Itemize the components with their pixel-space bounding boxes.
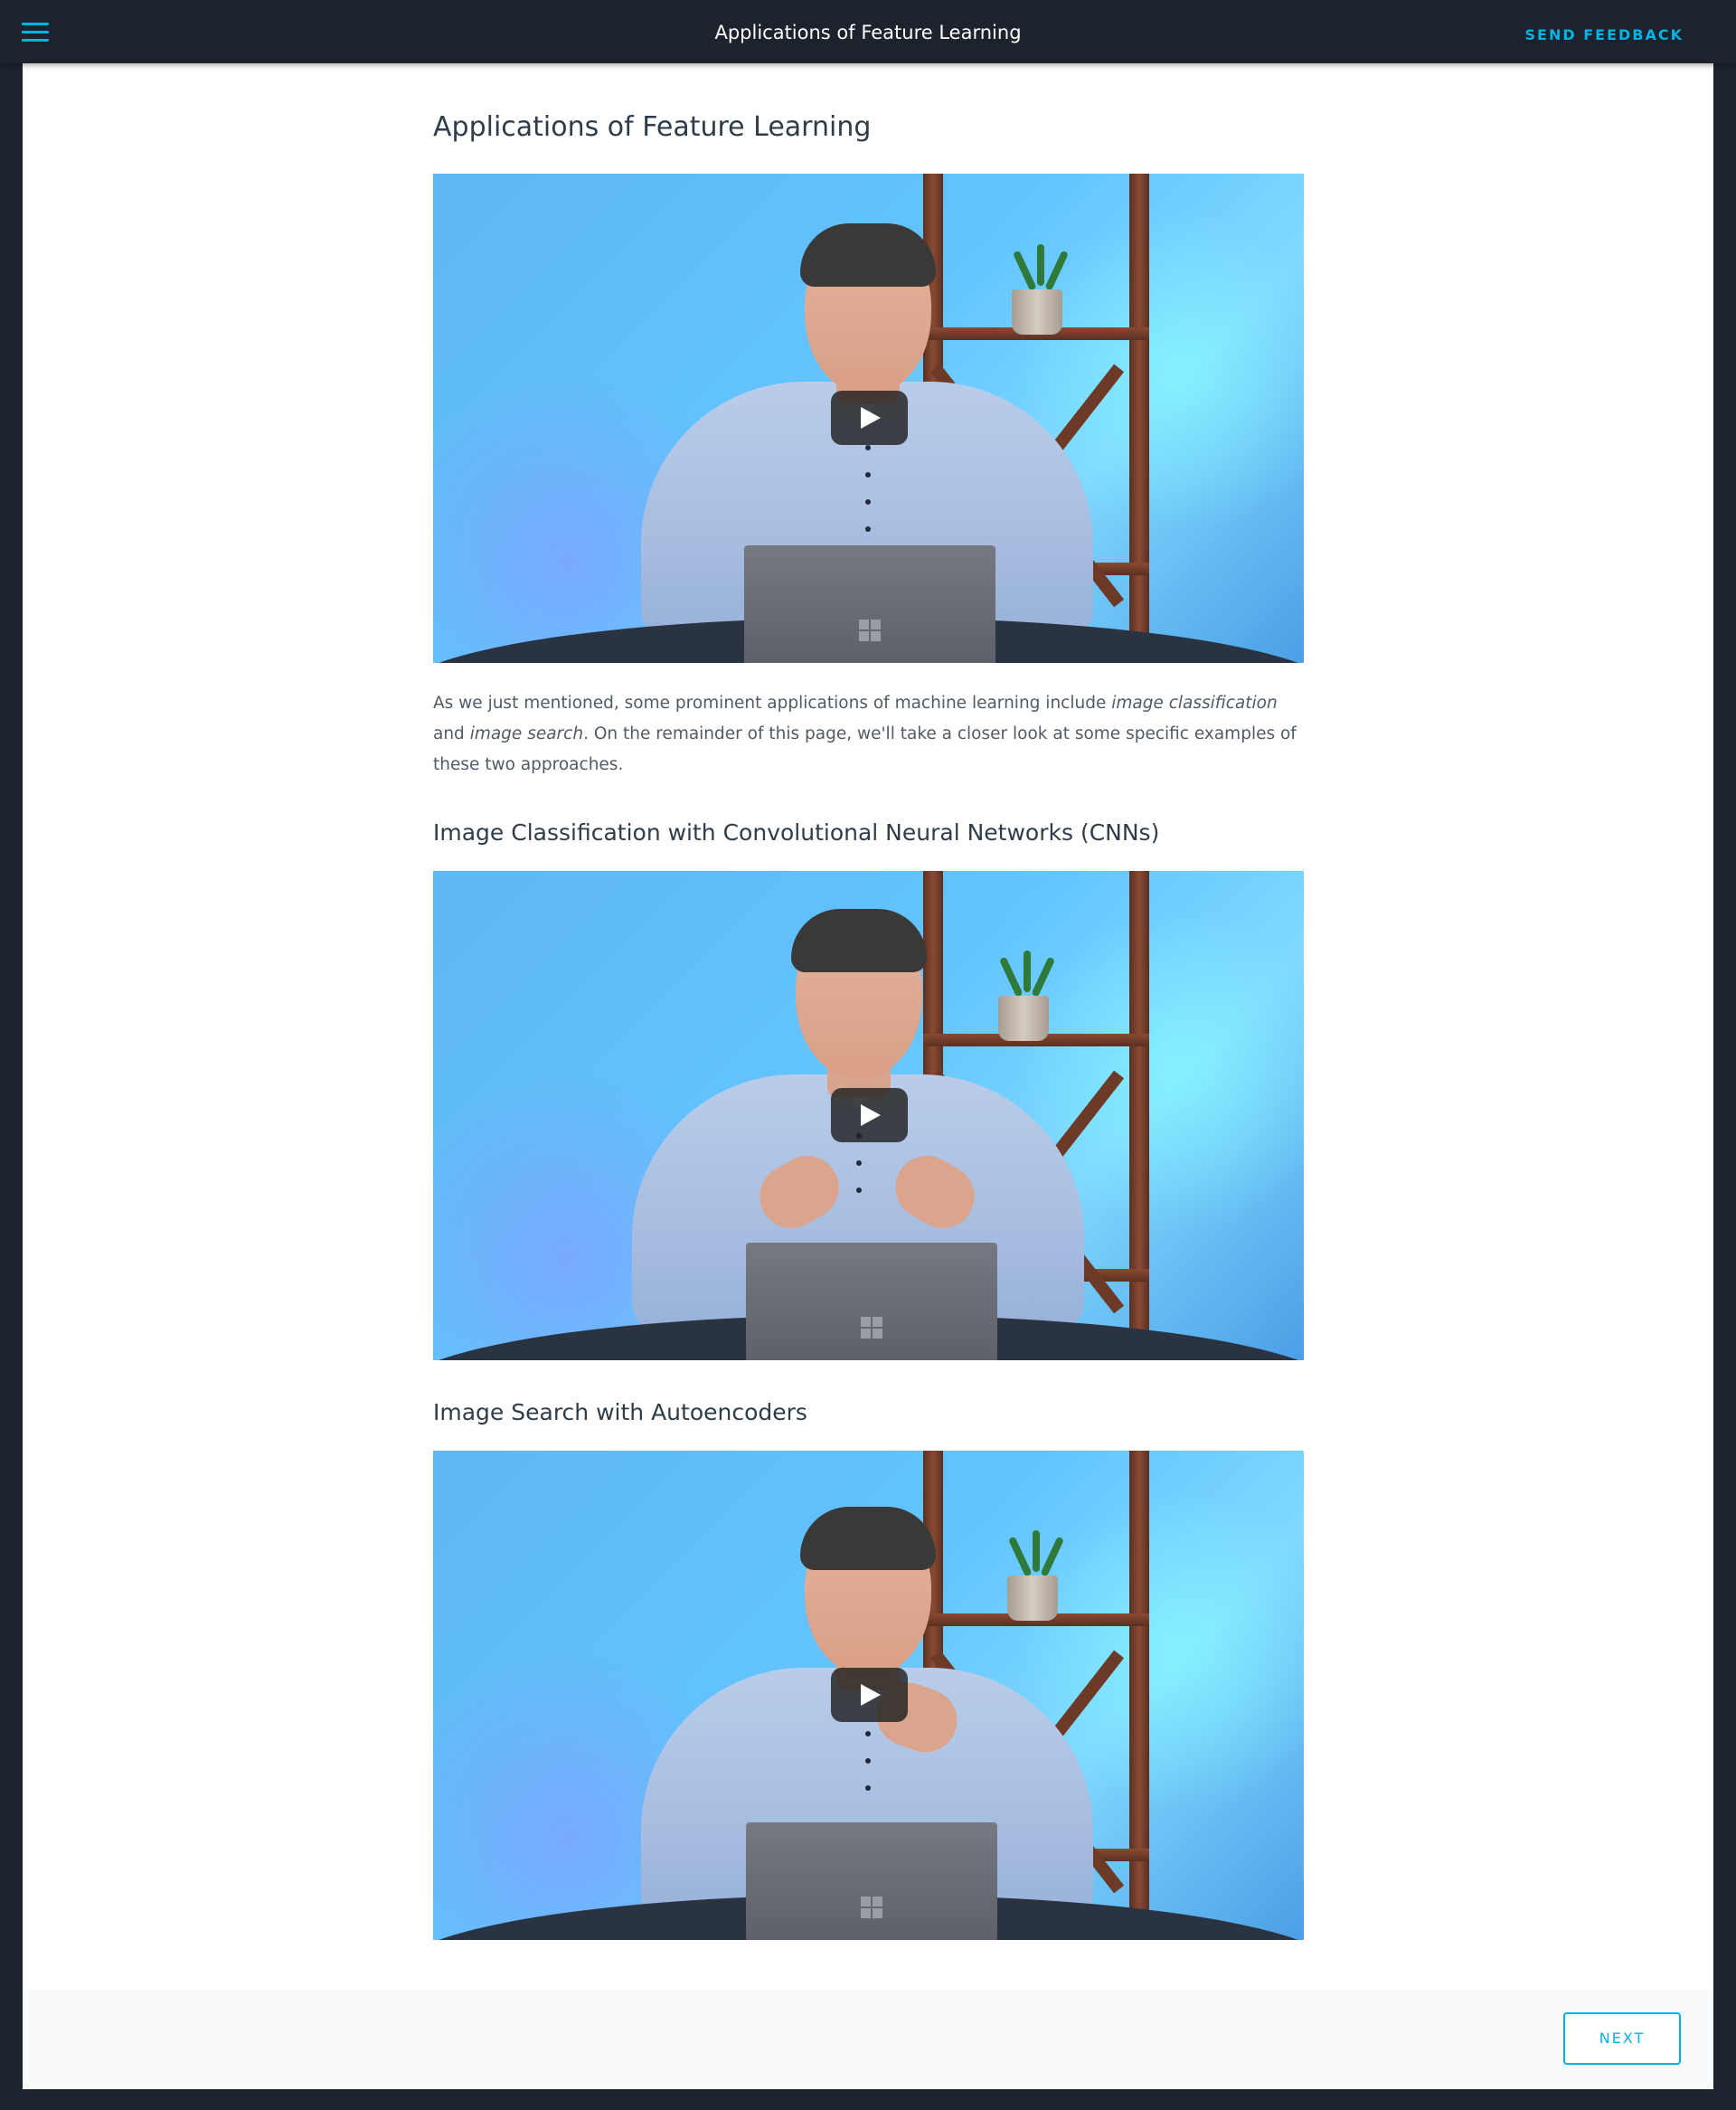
video-player-intro[interactable] [433,174,1304,663]
topbar-title: Applications of Feature Learning [714,22,1022,43]
top-navigation-bar: Applications of Feature Learning SEND FE… [0,0,1736,63]
section-heading-cnn: Image Classification with Convolutional … [433,819,1160,846]
play-button-icon[interactable] [831,1668,908,1722]
next-button[interactable]: NEXT [1563,2012,1681,2065]
play-button-icon[interactable] [831,391,908,445]
send-feedback-link[interactable]: SEND FEEDBACK [1525,26,1684,43]
content-panel: Applications of Feature Learning As we j… [23,63,1713,2089]
section-heading-autoencoders: Image Search with Autoencoders [433,1399,807,1425]
video-player-cnn[interactable] [433,871,1304,1360]
lesson-content: Applications of Feature Learning As we j… [433,63,1304,1940]
page-footer: NEXT [23,1990,1713,2089]
intro-paragraph: As we just mentioned, some prominent app… [433,694,1297,774]
play-button-icon[interactable] [831,1088,908,1142]
video-player-autoencoders[interactable] [433,1451,1304,1940]
page-title: Applications of Feature Learning [433,111,872,143]
